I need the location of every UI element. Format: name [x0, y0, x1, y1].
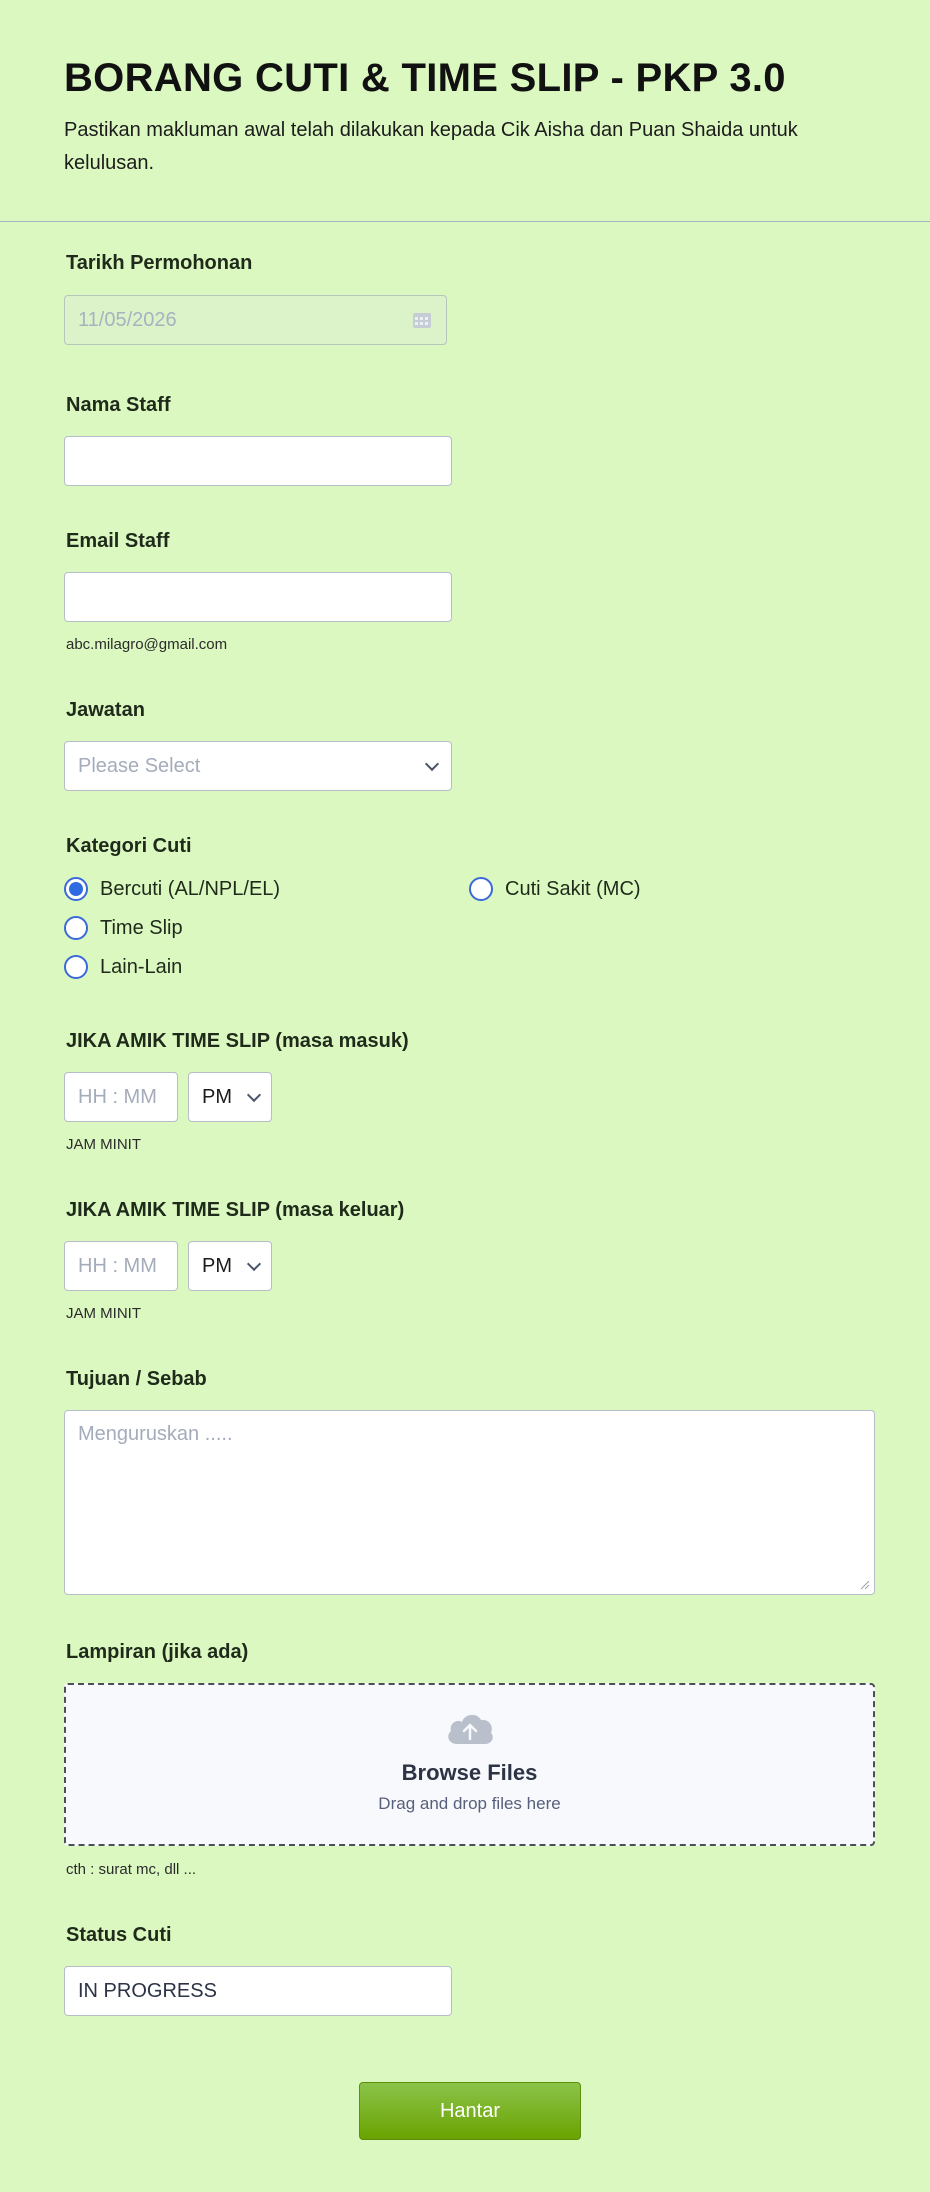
page-subtitle: Pastikan makluman awal telah dilakukan k…: [64, 119, 798, 174]
radio-label: Lain-Lain: [100, 955, 183, 978]
radio-dot: [64, 955, 88, 979]
masa-keluar-input[interactable]: HH : MM: [64, 1241, 178, 1291]
tarikh-field: 11/05/2026: [64, 295, 447, 345]
chevron-down-icon: [424, 756, 440, 772]
page-title: BORANG CUTI & TIME SLIP - PKP 3.0: [64, 56, 786, 100]
chevron-down-icon: [246, 1256, 262, 1272]
drag-drop-hint: Drag and drop files here: [378, 1794, 561, 1813]
hantar-submit-button[interactable]: Hantar: [359, 2082, 581, 2140]
radio-time-slip[interactable]: Time Slip: [64, 916, 183, 940]
status-label: Status Cuti: [66, 1924, 172, 1946]
masa-keluar-label: JIKA AMIK TIME SLIP (masa keluar): [66, 1199, 405, 1221]
radio-bercuti[interactable]: Bercuti (AL/NPL/EL): [64, 877, 280, 901]
jawatan-label: Jawatan: [66, 699, 145, 721]
radio-label: Time Slip: [100, 916, 183, 939]
resize-handle-icon: [860, 1580, 870, 1590]
radio-label: Cuti Sakit (MC): [505, 877, 641, 900]
radio-dot: [469, 877, 493, 901]
email-label: Email Staff: [66, 530, 170, 552]
masa-masuk-ampm-select[interactable]: PM: [188, 1072, 272, 1122]
form-header: BORANG CUTI & TIME SLIP - PKP 3.0 Pastik…: [0, 0, 930, 222]
tarikh-value: 11/05/2026: [78, 308, 177, 331]
email-sublabel: abc.milagro@gmail.com: [66, 636, 228, 653]
masa-keluar-ampm-select[interactable]: PM: [188, 1241, 272, 1291]
lampiran-label: Lampiran (jika ada): [66, 1641, 249, 1663]
chevron-down-icon: [246, 1087, 262, 1103]
radio-lain-lain[interactable]: Lain-Lain: [64, 955, 182, 979]
calendar-icon: [413, 313, 431, 328]
lampiran-sublabel: cth : surat mc, dll ...: [66, 1861, 197, 1878]
jawatan-placeholder: Please Select: [78, 754, 201, 777]
radio-dot: [64, 916, 88, 940]
status-value: IN PROGRESS: [78, 1979, 217, 2002]
masa-keluar-placeholder: HH : MM: [78, 1254, 157, 1277]
masa-masuk-sublabel: JAM MINIT: [66, 1136, 141, 1153]
ampm-value: PM: [202, 1254, 232, 1277]
radio-cuti-sakit[interactable]: Cuti Sakit (MC): [469, 877, 641, 901]
kategori-label: Kategori Cuti: [66, 835, 192, 857]
nama-label: Nama Staff: [66, 394, 171, 416]
ampm-value: PM: [202, 1085, 232, 1108]
tujuan-label: Tujuan / Sebab: [66, 1368, 207, 1390]
nama-staff-input[interactable]: [64, 436, 452, 486]
masa-masuk-input[interactable]: HH : MM: [64, 1072, 178, 1122]
status-cuti-input[interactable]: IN PROGRESS: [64, 1966, 452, 2016]
radio-label: Bercuti (AL/NPL/EL): [100, 877, 281, 900]
upload-cloud-icon: [447, 1714, 493, 1744]
browse-files-button[interactable]: Browse Files: [66, 1760, 873, 1786]
tujuan-textarea[interactable]: Menguruskan .....: [64, 1410, 875, 1595]
tarikh-label: Tarikh Permohonan: [66, 252, 253, 274]
file-upload-dropzone[interactable]: Browse Files Drag and drop files here: [64, 1683, 875, 1846]
masa-keluar-sublabel: JAM MINIT: [66, 1305, 141, 1322]
tujuan-placeholder: Menguruskan .....: [78, 1423, 233, 1445]
radio-dot-selected: [64, 877, 88, 901]
email-staff-input[interactable]: [64, 572, 452, 622]
masa-masuk-label: JIKA AMIK TIME SLIP (masa masuk): [66, 1030, 409, 1052]
masa-masuk-placeholder: HH : MM: [78, 1085, 157, 1108]
jawatan-select[interactable]: Please Select: [64, 741, 452, 791]
